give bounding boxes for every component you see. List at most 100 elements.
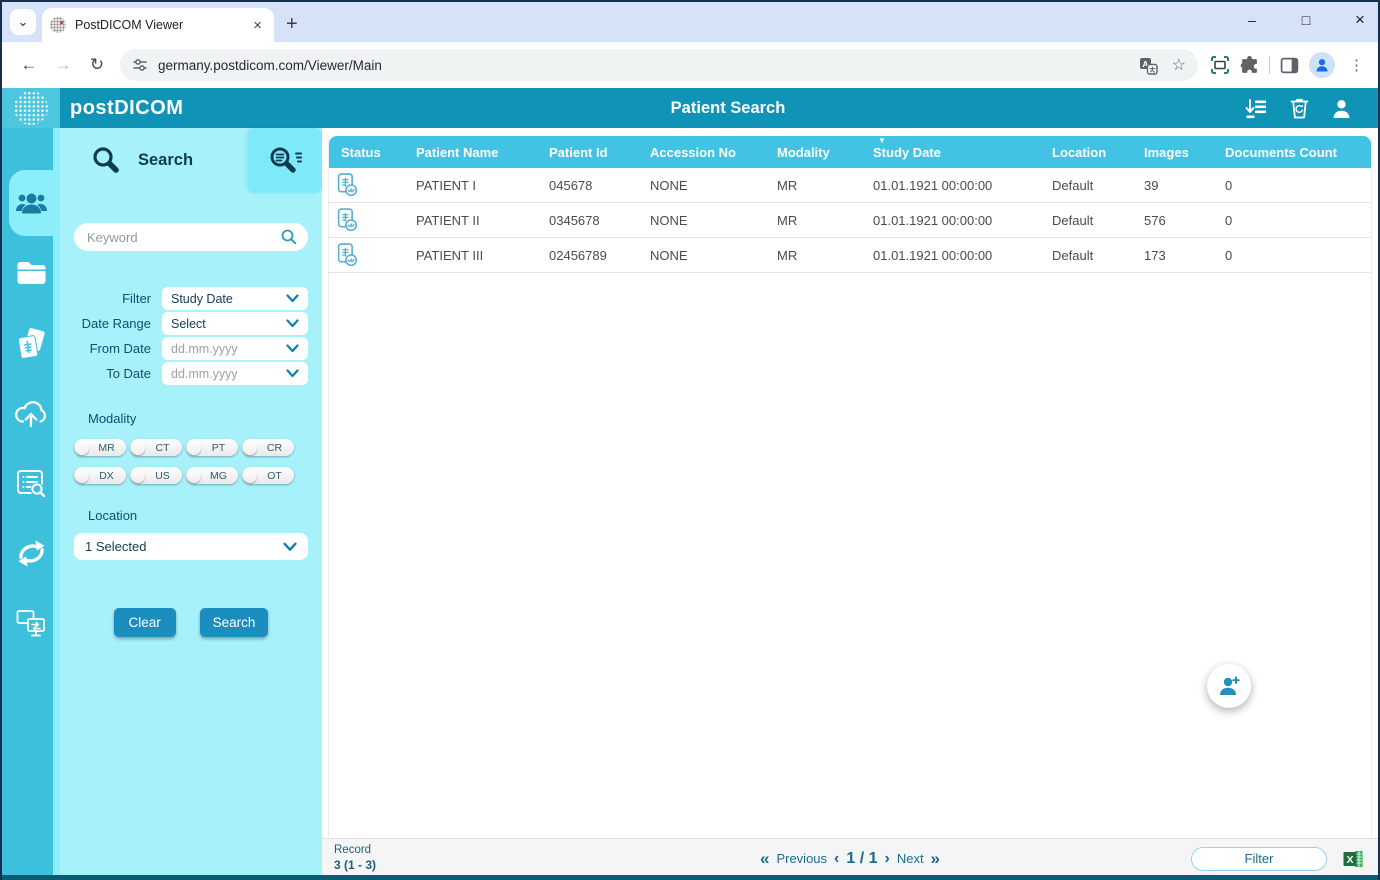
next-page-icon[interactable]: › [884, 850, 889, 868]
sidebar-item-share[interactable] [2, 518, 60, 588]
record-value: 3 (1 - 3) [334, 858, 377, 873]
location-select[interactable]: 1 Selected [74, 533, 308, 560]
toolbar-divider [1269, 56, 1270, 74]
screen-capture-icon[interactable] [1210, 55, 1230, 75]
side-panel-icon[interactable] [1280, 56, 1299, 75]
modality-toggle-us[interactable]: US [130, 467, 182, 484]
col-header-study-date[interactable]: ▼ Study Date [861, 136, 1040, 168]
chevron-down-icon [286, 319, 299, 328]
browser-menu-icon[interactable]: ⋮ [1345, 56, 1368, 74]
sidebar-item-patients[interactable] [2, 168, 60, 238]
col-header-status[interactable]: Status [329, 136, 404, 168]
screens-sync-icon [16, 609, 45, 636]
to-date-select[interactable]: dd.mm.yyyy [162, 362, 308, 385]
to-date-label: To Date [106, 366, 151, 381]
search-button[interactable]: Search [199, 608, 269, 637]
results-footer: Record 3 (1 - 3) « Previous ‹ 1 / 1 › Ne… [322, 838, 1378, 878]
keyword-search-icon[interactable] [281, 229, 297, 245]
tab-search[interactable]: Search [60, 128, 248, 193]
close-window-button[interactable]: × [1350, 10, 1370, 30]
back-button[interactable]: ← [12, 55, 46, 75]
worklist-search-icon [16, 469, 45, 497]
previous-page-button[interactable]: Previous [776, 851, 827, 866]
table-row[interactable]: PATIENT III 02456789 NONE MR 01.01.1921 … [329, 238, 1371, 273]
chevron-down-icon [286, 294, 299, 303]
window-bottom-edge [2, 875, 1378, 880]
col-header-modality[interactable]: Modality [765, 136, 861, 168]
cell-study-date: 01.01.1921 00:00:00 [873, 212, 993, 228]
modality-toggle-ct[interactable]: CT [130, 439, 182, 456]
date-range-select[interactable]: Select [162, 312, 308, 335]
study-status-icon [337, 172, 358, 196]
col-header-location[interactable]: Location [1040, 136, 1132, 168]
col-header-accession-no[interactable]: Accession No [638, 136, 765, 168]
modality-toggle-pt[interactable]: PT [186, 439, 238, 456]
from-date-value: dd.mm.yyyy [171, 341, 238, 356]
prev-page-icon[interactable]: ‹ [834, 850, 839, 868]
minimize-button[interactable]: – [1242, 12, 1262, 28]
next-page-button[interactable]: Next [897, 851, 924, 866]
app-logo[interactable] [2, 88, 60, 128]
clear-button[interactable]: Clear [113, 608, 176, 637]
sidebar-item-upload[interactable] [2, 378, 60, 448]
sidebar-item-studies[interactable] [2, 308, 60, 378]
recycle-bin-icon[interactable] [1290, 97, 1309, 119]
filter-button[interactable]: Filter [1191, 846, 1327, 871]
user-account-icon[interactable] [1331, 98, 1352, 119]
last-page-icon[interactable]: » [931, 849, 940, 869]
tab-search-button[interactable]: ⌄ [10, 9, 36, 35]
modality-toggle-ot[interactable]: OT [242, 467, 294, 484]
maximize-button[interactable]: □ [1296, 12, 1316, 28]
table-row[interactable]: PATIENT I 045678 NONE MR 01.01.1921 00:0… [329, 168, 1371, 203]
sidebar-item-remote[interactable] [2, 588, 60, 658]
site-settings-icon[interactable] [132, 57, 148, 73]
table-row[interactable]: PATIENT II 0345678 NONE MR 01.01.1921 00… [329, 203, 1371, 238]
cell-patient-name: PATIENT I [416, 177, 476, 193]
add-patient-fab[interactable] [1207, 664, 1251, 708]
sidebar-item-folders[interactable] [2, 238, 60, 308]
profile-avatar[interactable] [1309, 52, 1335, 78]
cell-patient-name: PATIENT II [416, 212, 480, 228]
keyword-input[interactable]: Keyword [74, 223, 308, 251]
col-header-images[interactable]: Images [1132, 136, 1213, 168]
modality-toggle-label: DX [99, 469, 114, 482]
chevron-down-icon [286, 369, 299, 378]
cell-images: 576 [1144, 212, 1166, 228]
download-queue-icon[interactable] [1245, 98, 1268, 119]
record-count: Record 3 (1 - 3) [322, 844, 376, 872]
translate-icon[interactable]: A [1139, 56, 1158, 75]
cell-study-date: 01.01.1921 00:00:00 [873, 247, 993, 263]
reload-button[interactable]: ↻ [80, 55, 114, 75]
modality-toggle-dx[interactable]: DX [74, 467, 126, 484]
search-magnifier-icon [93, 146, 119, 173]
excel-export-icon[interactable]: X [1343, 849, 1364, 869]
browser-tab[interactable]: PostDICOM Viewer × [42, 8, 274, 42]
browser-tabstrip: ⌄ PostDICOM Viewer × + – □ × [2, 2, 1378, 42]
filter-row: To Date dd.mm.yyyy [74, 362, 308, 385]
col-header-documents-count[interactable]: Documents Count [1213, 136, 1371, 168]
toggle-knob [243, 440, 257, 455]
from-date-label: From Date [89, 341, 151, 356]
filter-select[interactable]: Study Date [162, 287, 308, 310]
date-range-label: Date Range [81, 316, 151, 331]
modality-toggle-cr[interactable]: CR [242, 439, 294, 456]
address-bar[interactable]: germany.postdicom.com/Viewer/Main A ☆ [120, 49, 1198, 81]
pagination: « Previous ‹ 1 / 1 › Next » [760, 849, 940, 869]
new-tab-button[interactable]: + [286, 14, 298, 34]
patients-group-icon [15, 193, 47, 214]
sidebar-item-worklist[interactable] [2, 448, 60, 518]
toggle-knob [187, 468, 201, 483]
cell-accession-no: NONE [650, 177, 688, 193]
cell-images: 173 [1144, 247, 1166, 263]
modality-toggle-mr[interactable]: MR [74, 439, 126, 456]
extensions-puzzle-icon[interactable] [1240, 55, 1259, 75]
first-page-icon[interactable]: « [760, 849, 769, 869]
bookmark-star-icon[interactable]: ☆ [1172, 55, 1186, 75]
col-header-patient-name[interactable]: Patient Name [404, 136, 537, 168]
from-date-select[interactable]: dd.mm.yyyy [162, 337, 308, 360]
modality-toggle-mg[interactable]: MG [186, 467, 238, 484]
col-header-patient-id[interactable]: Patient Id [537, 136, 638, 168]
tab-close-icon[interactable]: × [249, 17, 266, 34]
forward-button[interactable]: → [46, 55, 80, 75]
tab-advanced-search[interactable] [248, 128, 322, 193]
